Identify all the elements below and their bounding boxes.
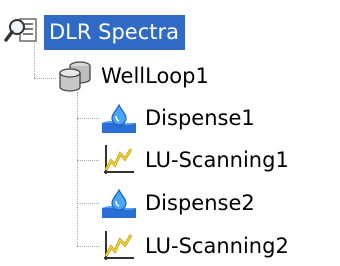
tree-node-label: Dispense1	[145, 105, 255, 130]
tree-node-dispense2[interactable]: Dispense2	[100, 183, 261, 223]
tree-node-dispense1[interactable]: Dispense1	[100, 98, 261, 138]
tree-connector	[77, 118, 99, 119]
tree-node-label: LU-Scanning1	[145, 147, 289, 172]
scanning-chart-icon	[100, 227, 138, 265]
dispense-droplet-icon	[100, 184, 138, 222]
tree-node-label: DLR Spectra	[44, 14, 185, 50]
tree-connector	[77, 160, 99, 161]
tree-node-label: LU-Scanning2	[145, 233, 289, 258]
tree-node-lu-scanning1[interactable]: LU-Scanning1	[100, 140, 295, 180]
tree-connector	[77, 203, 99, 204]
tree-node-wellloop[interactable]: WellLoop1	[56, 56, 215, 96]
search-settings-icon	[4, 13, 42, 51]
tree-connector	[77, 92, 78, 246]
tree-node-root[interactable]: DLR Spectra	[4, 12, 185, 52]
scanning-chart-icon	[100, 141, 138, 179]
database-cylinders-icon	[56, 57, 94, 95]
tree-node-label: WellLoop1	[101, 63, 209, 88]
tree-connector	[34, 78, 56, 79]
dispense-droplet-icon	[100, 99, 138, 137]
tree-view[interactable]: DLR Spectra WellLoop1 Dispense1 LU-Scann…	[0, 0, 340, 264]
tree-node-lu-scanning2[interactable]: LU-Scanning2	[100, 226, 295, 266]
tree-node-label: Dispense2	[145, 190, 255, 215]
tree-connector	[77, 246, 99, 247]
